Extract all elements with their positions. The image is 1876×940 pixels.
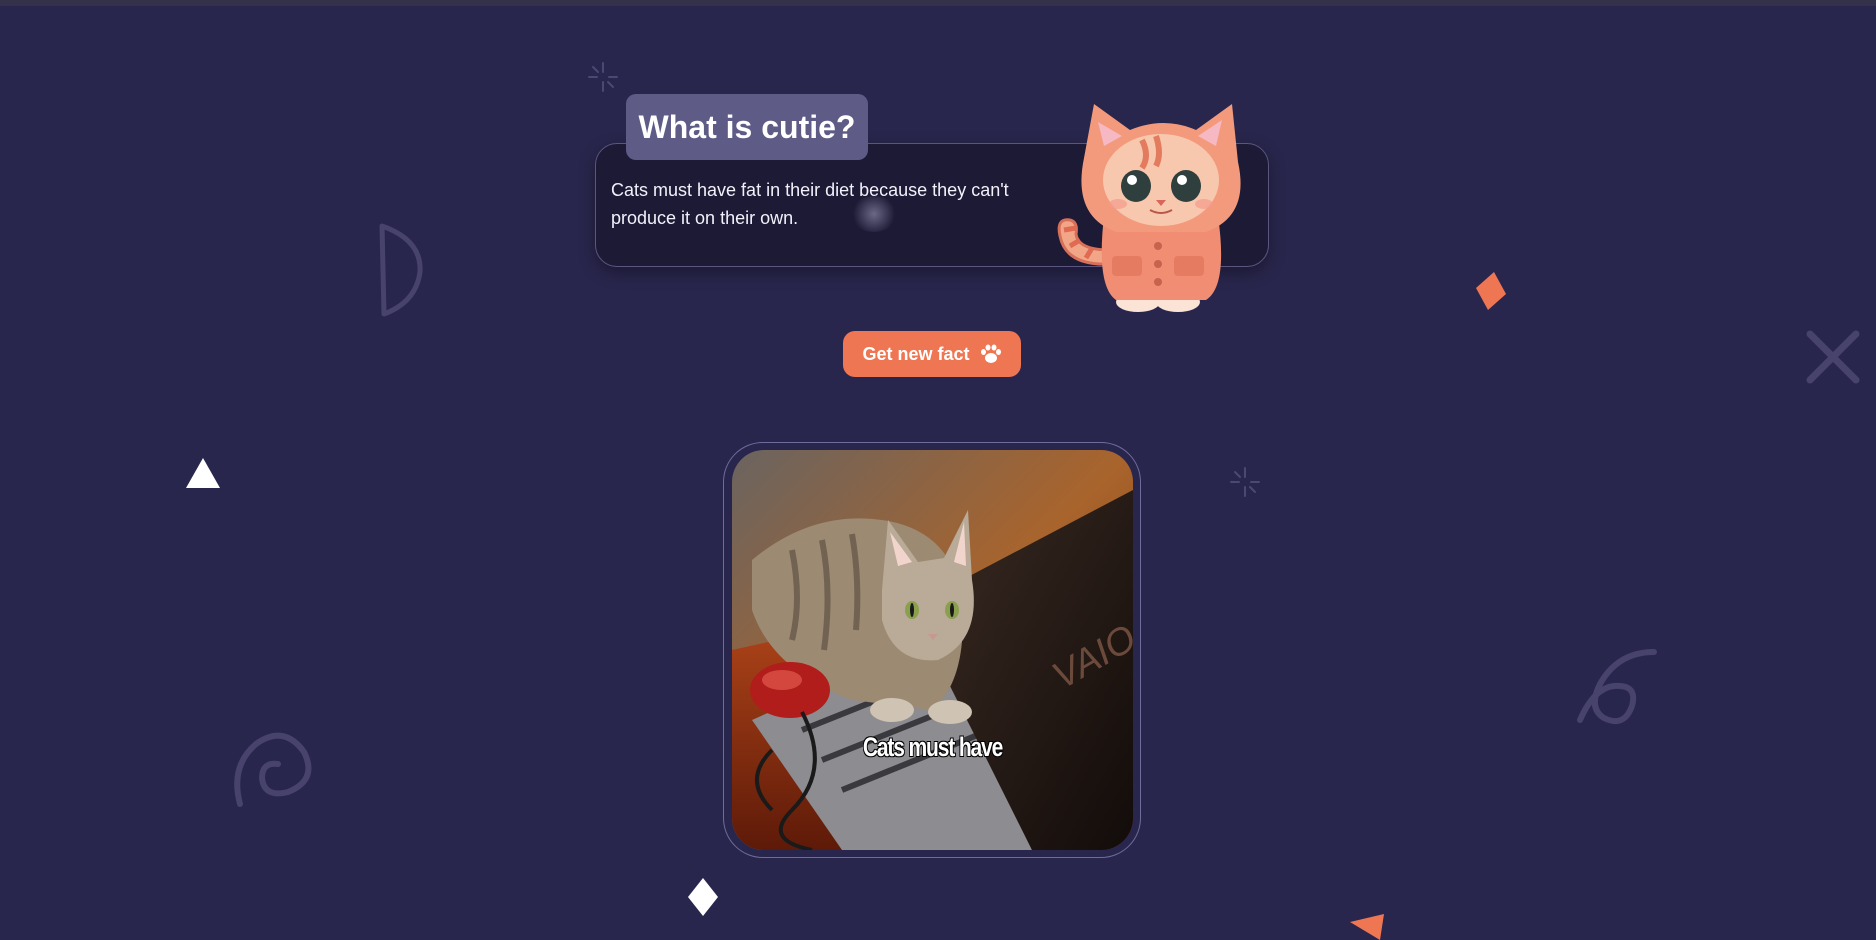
diamond-decoration — [1476, 272, 1506, 310]
fact-text: Cats must have fat in their diet because… — [611, 180, 1009, 228]
triangle-decoration — [1350, 914, 1384, 940]
get-new-fact-label: Get new fact — [862, 343, 970, 364]
paw-icon — [980, 344, 1001, 363]
cat-laptop-illustration: VAIO — [732, 450, 1133, 850]
get-new-fact-button[interactable]: Get new fact — [843, 331, 1021, 377]
cat-photo: VAIO Cats must have — [732, 450, 1133, 850]
sparkle-decoration — [588, 62, 618, 92]
sparkle-decoration — [1230, 467, 1260, 497]
spiral-doodle — [234, 732, 312, 807]
page-title: What is cutie? — [626, 94, 868, 160]
photo-caption: Cats must have — [862, 732, 1003, 762]
cat-mascot-illustration — [1057, 104, 1241, 312]
top-strip — [0, 0, 1876, 6]
curl-doodle — [1577, 649, 1657, 724]
half-moon-doodle — [379, 223, 423, 317]
cross-doodle — [1806, 330, 1860, 384]
triangle-decoration — [186, 458, 220, 488]
diamond-decoration — [688, 878, 718, 916]
